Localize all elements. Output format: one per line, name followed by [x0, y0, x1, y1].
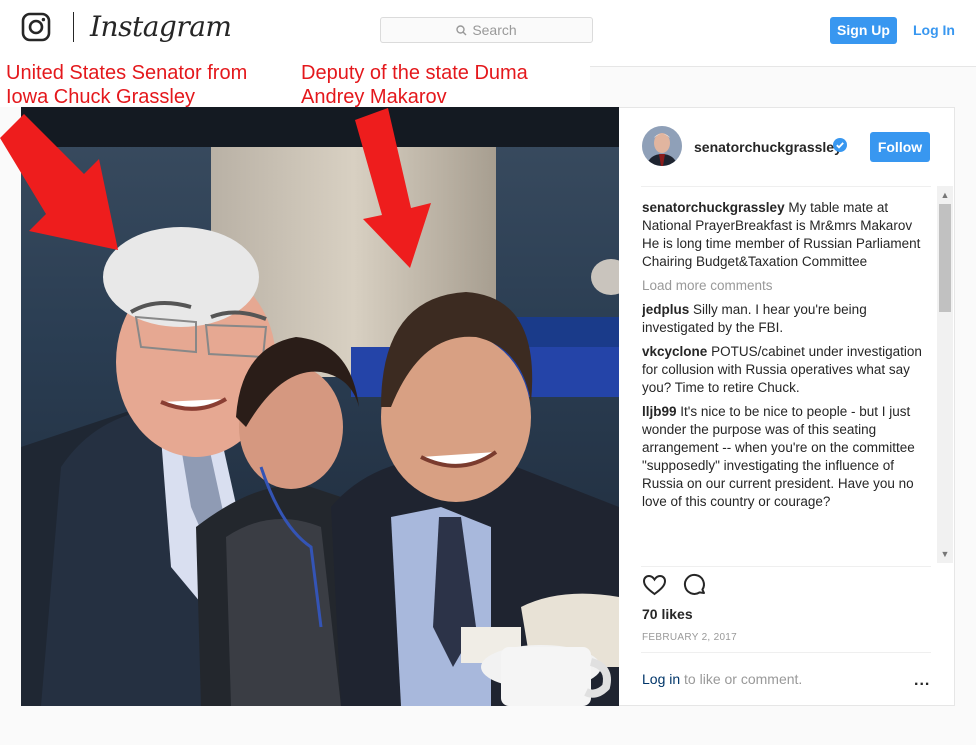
- annotation-caption-right: Deputy of the state Duma Andrey Makarov: [301, 61, 528, 109]
- avatar[interactable]: [642, 126, 682, 166]
- logo-divider: [73, 12, 74, 42]
- scrollbar-thumb[interactable]: [939, 204, 951, 312]
- comment-item: vkcyclone POTUS/cabinet under investigat…: [642, 343, 932, 397]
- annotation-line: Andrey Makarov: [301, 86, 447, 108]
- annotation-line: Deputy of the state Duma: [301, 62, 528, 84]
- arrow-annotation-left: [0, 114, 118, 250]
- post-username[interactable]: senatorchuckgrassley: [694, 139, 842, 155]
- login-prompt-text: to like or comment.: [680, 671, 803, 687]
- divider: [641, 566, 931, 567]
- instagram-wordmark[interactable]: Instagram: [90, 10, 232, 43]
- follow-button[interactable]: Follow: [870, 132, 930, 162]
- comment-item: lljb99 It's nice to be nice to people - …: [642, 403, 932, 511]
- divider: [641, 186, 931, 187]
- comments-scrollbar[interactable]: ▲ ▼: [937, 186, 953, 563]
- post-sidebar: senatorchuckgrassley Follow senatorchuck…: [619, 107, 955, 706]
- annotation-line: United States Senator from: [6, 62, 248, 84]
- comment-username[interactable]: vkcyclone: [642, 344, 707, 359]
- search-input[interactable]: Search: [380, 17, 593, 43]
- avatar-image: [642, 126, 682, 166]
- comment-username[interactable]: lljb99: [642, 404, 677, 419]
- annotation-line: Iowa Chuck Grassley: [6, 86, 195, 108]
- instagram-camera-icon[interactable]: [21, 12, 51, 42]
- likes-count[interactable]: 70 likes: [642, 606, 693, 622]
- comment-text: It's nice to be nice to people - but I j…: [642, 404, 915, 509]
- annotation-caption-left: United States Senator from Iowa Chuck Gr…: [6, 61, 247, 109]
- log-in-link[interactable]: Log In: [913, 17, 955, 44]
- comment-item: jedplus Silly man. I hear you're being i…: [642, 301, 932, 337]
- caption-username[interactable]: senatorchuckgrassley: [642, 200, 785, 215]
- post-header: senatorchuckgrassley Follow: [619, 107, 955, 187]
- comment-bubble-icon[interactable]: [683, 573, 707, 597]
- search-placeholder: Search: [472, 22, 517, 38]
- login-to-comment: Log in to like or comment.: [642, 671, 802, 687]
- post-caption: senatorchuckgrassley My table mate at Na…: [642, 199, 932, 271]
- search-icon: [456, 25, 467, 36]
- divider: [641, 652, 931, 653]
- like-heart-icon[interactable]: [642, 573, 667, 597]
- scroll-up-arrow-icon[interactable]: ▲: [937, 188, 953, 202]
- post-date: FEBRUARY 2, 2017: [642, 632, 738, 643]
- log-in-link[interactable]: Log in: [642, 671, 680, 687]
- comment-username[interactable]: jedplus: [642, 302, 689, 317]
- comments-list[interactable]: senatorchuckgrassley My table mate at Na…: [642, 199, 932, 563]
- load-more-comments-button[interactable]: Load more comments: [642, 277, 932, 295]
- more-options-button[interactable]: ...: [914, 672, 930, 690]
- verified-badge-icon: [833, 138, 847, 152]
- scroll-down-arrow-icon[interactable]: ▼: [937, 547, 953, 561]
- sign-up-button[interactable]: Sign Up: [830, 17, 897, 44]
- arrow-annotation-right: [355, 108, 431, 268]
